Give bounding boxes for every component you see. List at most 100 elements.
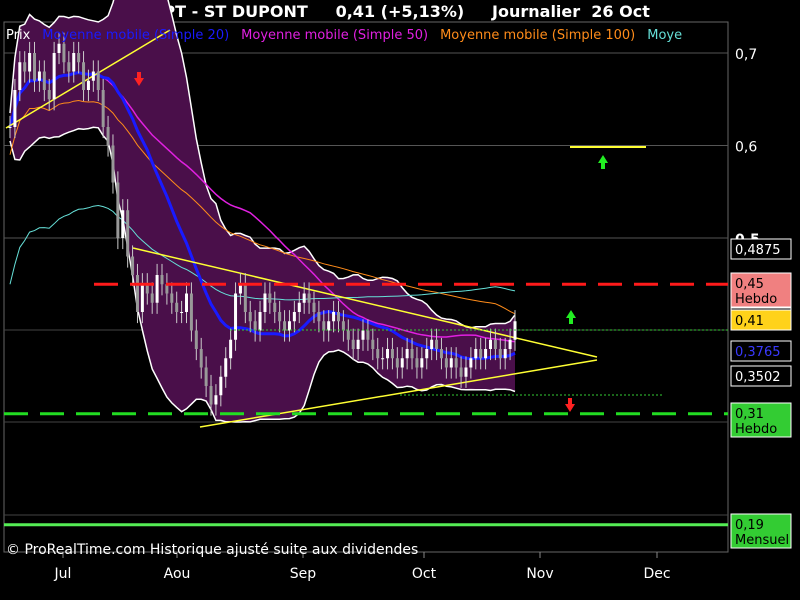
candle-body bbox=[503, 349, 507, 359]
candle-body bbox=[243, 284, 247, 312]
price-box-sublabel: Mensuel bbox=[735, 533, 789, 548]
candle-body bbox=[106, 127, 110, 146]
candle-body bbox=[395, 358, 399, 368]
y-tick-label: 0,7 bbox=[735, 47, 757, 63]
candle-body bbox=[47, 90, 51, 100]
candle-body bbox=[322, 321, 326, 331]
price-box-sublabel: Hebdo bbox=[735, 422, 777, 437]
candle-body bbox=[386, 349, 390, 359]
chart-canvas: 0,70,60,5JulAouSepOctNovDec PrixMoyenne … bbox=[3, 0, 792, 582]
candle-body bbox=[8, 127, 12, 128]
candle-body bbox=[189, 293, 193, 331]
candle-body bbox=[390, 349, 394, 359]
up-arrow-icon bbox=[598, 155, 608, 169]
candle-body bbox=[327, 321, 331, 331]
candle-body bbox=[381, 358, 385, 360]
candle-body bbox=[52, 53, 56, 100]
candle-body bbox=[454, 358, 458, 368]
candle-body bbox=[283, 321, 287, 331]
candle-body bbox=[449, 358, 453, 368]
x-tick-label: Aou bbox=[164, 566, 191, 582]
up-arrow-icon bbox=[566, 310, 576, 324]
x-tick-label: Jul bbox=[54, 566, 72, 582]
price-box-label: 0,31 bbox=[735, 407, 764, 422]
candle-body bbox=[42, 71, 46, 90]
candle-body bbox=[209, 386, 213, 405]
candle-body bbox=[28, 53, 32, 72]
candle-body bbox=[273, 302, 277, 312]
candle-body bbox=[214, 395, 218, 405]
candle-body bbox=[425, 349, 429, 359]
x-tick-label: Dec bbox=[643, 566, 670, 582]
candle-body bbox=[67, 62, 71, 72]
candle-body bbox=[361, 330, 365, 340]
candle-body bbox=[464, 367, 468, 377]
candle-body bbox=[224, 358, 228, 377]
candle-body bbox=[415, 358, 419, 368]
candle-body bbox=[13, 90, 17, 127]
candle-body bbox=[498, 349, 502, 359]
candle-body bbox=[435, 339, 439, 349]
candle-body bbox=[488, 339, 492, 349]
candle-body bbox=[287, 321, 291, 331]
candle-body bbox=[336, 312, 340, 322]
price-box-label: 0,45 bbox=[735, 277, 764, 292]
candle-body bbox=[484, 349, 488, 359]
candle-body bbox=[376, 349, 380, 359]
candle-body bbox=[366, 330, 370, 340]
price-box-label: 0,3502 bbox=[735, 370, 781, 385]
candle-body bbox=[258, 312, 262, 331]
candle-body bbox=[234, 293, 238, 340]
candle-body bbox=[317, 312, 321, 322]
candle-body bbox=[140, 284, 144, 312]
candle-body bbox=[297, 302, 301, 312]
candle-body bbox=[400, 358, 404, 368]
candle-body bbox=[155, 275, 159, 303]
candle-body bbox=[459, 367, 463, 377]
legend-item: Moyenne mobile (Simple 20) bbox=[42, 28, 229, 43]
candle-body bbox=[474, 349, 478, 359]
candle-body bbox=[332, 312, 336, 322]
legend-item: Prix bbox=[6, 28, 31, 43]
candle-body bbox=[170, 293, 174, 303]
candle-body bbox=[302, 293, 306, 303]
legend: Prix Moyenne mobile (Simple 20) Moyenne mo… bbox=[6, 28, 682, 43]
candle-body bbox=[356, 339, 360, 349]
candle-body bbox=[444, 358, 448, 368]
candle-body bbox=[37, 71, 41, 81]
candle-body bbox=[199, 349, 203, 368]
legend-item: Moyenne mobile (Simple 50) bbox=[241, 28, 428, 43]
candle-body bbox=[126, 210, 130, 257]
candle-body bbox=[62, 43, 66, 63]
candle-body bbox=[194, 330, 198, 349]
candle-body bbox=[57, 43, 61, 53]
price-box-label: 0,4875 bbox=[735, 243, 781, 258]
candle-body bbox=[180, 312, 184, 313]
price-boxes: 0,48750,45Hebdo0,41280,410,37650,35020,3… bbox=[730, 238, 792, 549]
x-tick-label: Oct bbox=[412, 566, 437, 582]
candle-body bbox=[150, 293, 154, 303]
candle-body bbox=[479, 349, 483, 359]
price-box-label: 0,19 bbox=[735, 518, 764, 533]
candle-body bbox=[82, 62, 86, 90]
candle-body bbox=[135, 275, 139, 312]
candle-body bbox=[175, 302, 179, 312]
bollinger-fill bbox=[10, 0, 515, 422]
candle-body bbox=[219, 376, 223, 396]
legend-item: Moyenne mobile (Simple 100) bbox=[440, 28, 635, 43]
candle-body bbox=[91, 71, 95, 81]
candle-body bbox=[405, 349, 409, 359]
candle-body bbox=[101, 90, 105, 127]
candle-body bbox=[430, 339, 434, 349]
candle-body bbox=[121, 210, 125, 238]
x-tick-label: Nov bbox=[526, 566, 553, 582]
bollinger-bands bbox=[9, 0, 516, 423]
copyright-text: © ProRealTime.com Historique ajusté suit… bbox=[6, 542, 418, 558]
candle-body bbox=[371, 339, 375, 349]
price-box-label: 0,41 bbox=[735, 314, 764, 329]
candle-body bbox=[292, 312, 296, 322]
candle-body bbox=[493, 339, 497, 349]
candle-body bbox=[86, 80, 90, 90]
candle-body bbox=[72, 53, 76, 72]
candle-body bbox=[420, 358, 424, 368]
